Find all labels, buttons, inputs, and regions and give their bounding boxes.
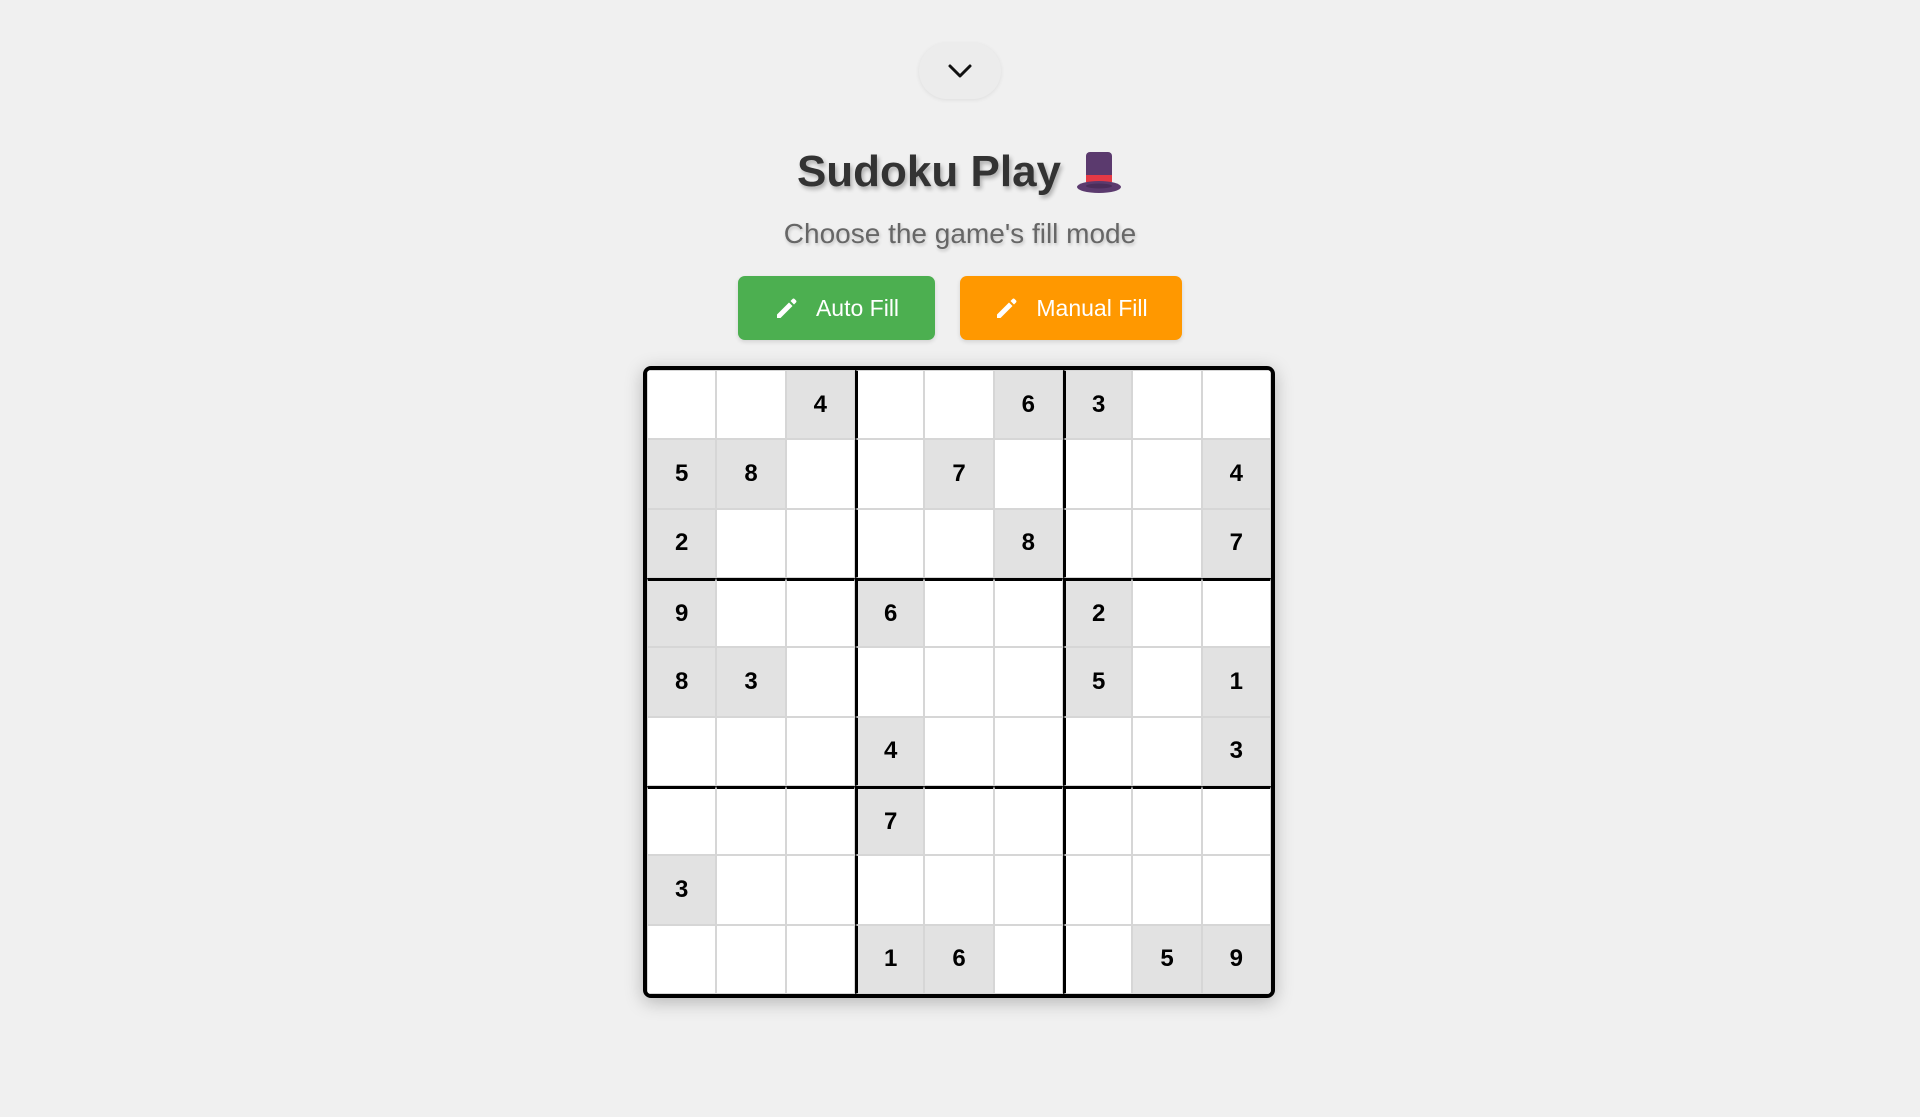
top-hat-icon — [1075, 148, 1123, 196]
sudoku-cell-r5-c7: 5 — [1063, 647, 1133, 717]
sudoku-cell-r6-c2[interactable] — [716, 716, 786, 786]
sudoku-cell-r8-c9[interactable] — [1201, 855, 1271, 925]
sudoku-cell-r7-c1[interactable] — [647, 786, 717, 856]
sudoku-cell-r7-c9[interactable] — [1201, 786, 1271, 856]
sudoku-cell-r7-c4: 7 — [855, 786, 925, 856]
chevron-down-icon — [947, 63, 973, 79]
pencil-icon — [774, 295, 800, 321]
sudoku-cell-r7-c6[interactable] — [993, 786, 1063, 856]
page-subtitle: Choose the game's fill mode — [783, 218, 1137, 249]
sudoku-cell-r4-c5[interactable] — [924, 578, 994, 648]
sudoku-cell-r6-c5[interactable] — [924, 716, 994, 786]
sudoku-cell-r7-c7[interactable] — [1063, 786, 1133, 856]
sudoku-cell-r4-c1: 9 — [647, 578, 717, 648]
sudoku-cell-r8-c4[interactable] — [855, 855, 925, 925]
sudoku-cell-r4-c7: 2 — [1063, 578, 1133, 648]
sudoku-cell-r6-c9: 3 — [1201, 716, 1271, 786]
sudoku-cell-r2-c9: 4 — [1201, 439, 1271, 509]
sudoku-cell-r3-c3[interactable] — [785, 508, 855, 578]
sudoku-board: 4635874287962835143731659 — [643, 366, 1275, 998]
sudoku-cell-r8-c1: 3 — [647, 855, 717, 925]
sudoku-cell-r9-c6[interactable] — [993, 924, 1063, 994]
sudoku-cell-r6-c6[interactable] — [993, 716, 1063, 786]
sudoku-cell-r1-c9[interactable] — [1201, 370, 1271, 440]
sudoku-cell-r3-c1: 2 — [647, 508, 717, 578]
sudoku-cell-r6-c4: 4 — [855, 716, 925, 786]
sudoku-cell-r4-c8[interactable] — [1132, 578, 1202, 648]
sudoku-cell-r9-c7[interactable] — [1063, 924, 1133, 994]
page-title: Sudoku Play — [0, 142, 1920, 202]
fill-mode-buttons: Auto Fill Manual Fill — [0, 276, 1920, 340]
title-text: Sudoku Play — [796, 147, 1062, 196]
sudoku-cell-r1-c4[interactable] — [855, 370, 925, 440]
sudoku-cell-r8-c8[interactable] — [1132, 855, 1202, 925]
auto-fill-label: Auto Fill — [815, 294, 900, 321]
sudoku-cell-r6-c3[interactable] — [785, 716, 855, 786]
sudoku-cell-r7-c8[interactable] — [1132, 786, 1202, 856]
sudoku-cell-r4-c2[interactable] — [716, 578, 786, 648]
sudoku-cell-r3-c7[interactable] — [1063, 508, 1133, 578]
sudoku-cell-r3-c6: 8 — [993, 508, 1063, 578]
sudoku-cell-r5-c8[interactable] — [1132, 647, 1202, 717]
auto-fill-button[interactable]: Auto Fill — [738, 276, 935, 340]
manual-fill-label: Manual Fill — [1036, 294, 1148, 321]
sudoku-cell-r3-c8[interactable] — [1132, 508, 1202, 578]
sudoku-cell-r5-c9: 1 — [1201, 647, 1271, 717]
sudoku-cell-r5-c6[interactable] — [993, 647, 1063, 717]
sudoku-cell-r8-c5[interactable] — [924, 855, 994, 925]
sudoku-cell-r2-c2: 8 — [716, 439, 786, 509]
sudoku-cell-r4-c3[interactable] — [785, 578, 855, 648]
pencil-icon — [994, 295, 1020, 321]
sudoku-cell-r9-c4: 1 — [855, 924, 925, 994]
sudoku-cell-r4-c6[interactable] — [993, 578, 1063, 648]
sudoku-cell-r7-c3[interactable] — [785, 786, 855, 856]
collapse-toggle-button[interactable] — [919, 43, 1001, 99]
sudoku-cell-r8-c7[interactable] — [1063, 855, 1133, 925]
sudoku-cell-r1-c6: 6 — [993, 370, 1063, 440]
sudoku-cell-r1-c8[interactable] — [1132, 370, 1202, 440]
sudoku-cell-r9-c9: 9 — [1201, 924, 1271, 994]
sudoku-cell-r7-c2[interactable] — [716, 786, 786, 856]
sudoku-cell-r1-c5[interactable] — [924, 370, 994, 440]
sudoku-cell-r2-c3[interactable] — [785, 439, 855, 509]
sudoku-cell-r4-c9[interactable] — [1201, 578, 1271, 648]
sudoku-cell-r8-c6[interactable] — [993, 855, 1063, 925]
sudoku-cell-r2-c6[interactable] — [993, 439, 1063, 509]
sudoku-cell-r6-c7[interactable] — [1063, 716, 1133, 786]
sudoku-cell-r3-c2[interactable] — [716, 508, 786, 578]
sudoku-cell-r5-c4[interactable] — [855, 647, 925, 717]
sudoku-cell-r2-c7[interactable] — [1063, 439, 1133, 509]
sudoku-cell-r9-c3[interactable] — [785, 924, 855, 994]
sudoku-cell-r1-c2[interactable] — [716, 370, 786, 440]
sudoku-cell-r6-c1[interactable] — [647, 716, 717, 786]
sudoku-cell-r9-c5: 6 — [924, 924, 994, 994]
sudoku-cell-r5-c2: 3 — [716, 647, 786, 717]
sudoku-page: Sudoku Play Choose the game's fill mode … — [0, 0, 1920, 1117]
sudoku-cell-r1-c3: 4 — [785, 370, 855, 440]
sudoku-cell-r5-c5[interactable] — [924, 647, 994, 717]
sudoku-cell-r3-c5[interactable] — [924, 508, 994, 578]
sudoku-cell-r3-c4[interactable] — [855, 508, 925, 578]
sudoku-cell-r7-c5[interactable] — [924, 786, 994, 856]
sudoku-cell-r3-c9: 7 — [1201, 508, 1271, 578]
manual-fill-button[interactable]: Manual Fill — [960, 276, 1182, 340]
sudoku-cell-r9-c2[interactable] — [716, 924, 786, 994]
sudoku-cell-r6-c8[interactable] — [1132, 716, 1202, 786]
sudoku-cell-r9-c8: 5 — [1132, 924, 1202, 994]
sudoku-cell-r5-c3[interactable] — [785, 647, 855, 717]
sudoku-cell-r2-c1: 5 — [647, 439, 717, 509]
sudoku-cell-r8-c3[interactable] — [785, 855, 855, 925]
sudoku-cell-r8-c2[interactable] — [716, 855, 786, 925]
sudoku-cell-r2-c5: 7 — [924, 439, 994, 509]
sudoku-cell-r4-c4: 6 — [855, 578, 925, 648]
sudoku-cell-r1-c7: 3 — [1063, 370, 1133, 440]
sudoku-cell-r2-c8[interactable] — [1132, 439, 1202, 509]
sudoku-cell-r5-c1: 8 — [647, 647, 717, 717]
sudoku-cell-r9-c1[interactable] — [647, 924, 717, 994]
sudoku-cell-r1-c1[interactable] — [647, 370, 717, 440]
sudoku-cell-r2-c4[interactable] — [855, 439, 925, 509]
